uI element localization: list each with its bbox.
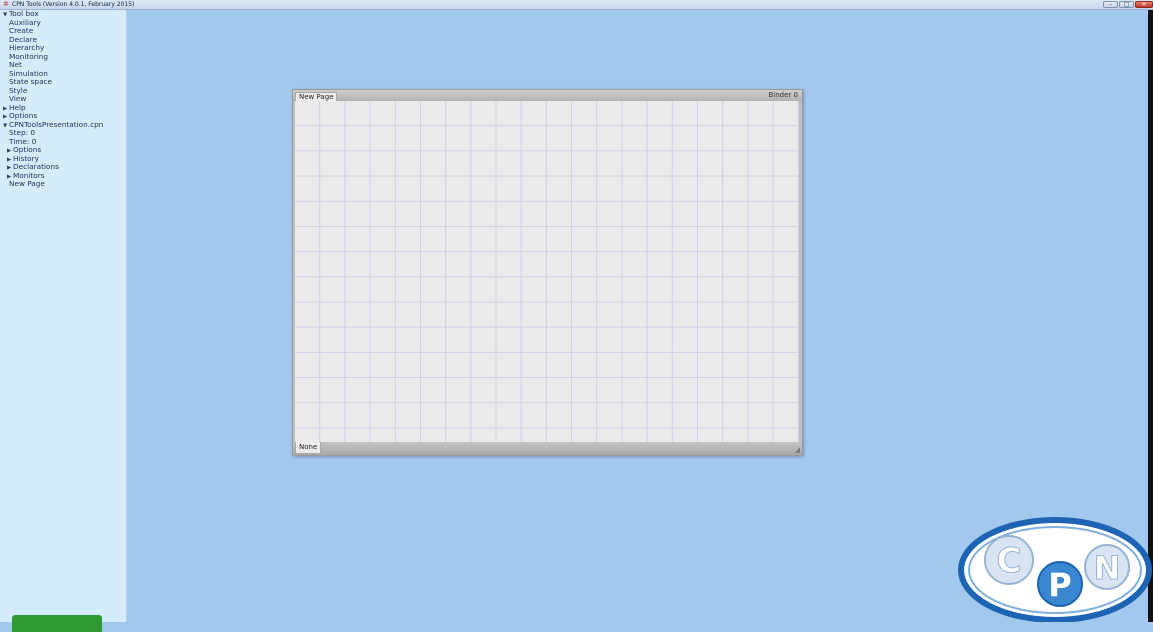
binder-window[interactable]: New Page Binder 0 None ◢: [292, 89, 803, 456]
index-tree: ▼ Tool box Auxiliary Create Declare Hierarchy…: [3, 9, 103, 189]
minimize-button[interactable]: –: [1103, 1, 1118, 8]
title-bar: ✲ CPN Tools (Version 4.0.1, February 201…: [0, 0, 1153, 10]
close-button[interactable]: ✕: [1135, 1, 1153, 8]
bottom-tab-none[interactable]: None: [295, 442, 322, 454]
logo-letter-c: C: [997, 541, 1022, 581]
logo-letter-p: P: [1048, 566, 1071, 604]
index-panel: ▼ Tool box Auxiliary Create Declare Hierarchy…: [0, 9, 127, 632]
window-title: CPN Tools (Version 4.0.1, February 2015): [12, 1, 135, 8]
index-item-new-page[interactable]: New Page: [3, 179, 103, 189]
cpn-logo: C P N: [957, 512, 1153, 622]
binder-label: Binder 0: [768, 91, 799, 99]
binder-bottom-bar: None ◢: [293, 442, 802, 455]
index-item-label: New Page: [9, 179, 45, 188]
binder-tab-strip: New Page Binder 0: [293, 90, 802, 102]
resize-grip-icon[interactable]: ◢: [795, 447, 800, 454]
cpn-app-icon: ✲: [3, 0, 9, 8]
page-canvas[interactable]: [295, 101, 799, 442]
status-indicator: [12, 615, 102, 632]
maximize-button[interactable]: □: [1119, 1, 1134, 8]
logo-letter-n: N: [1094, 549, 1121, 587]
